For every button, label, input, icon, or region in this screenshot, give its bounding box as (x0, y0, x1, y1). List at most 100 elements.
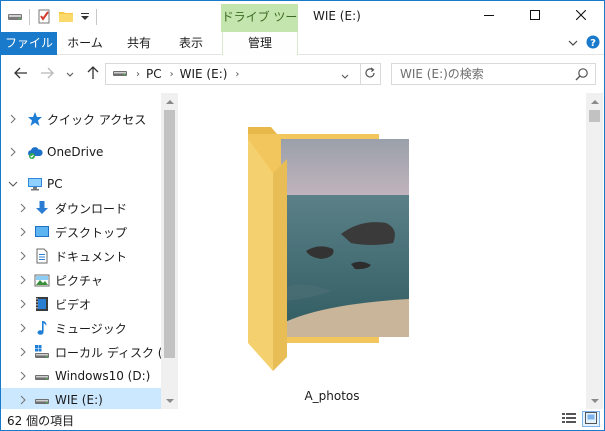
ribbon-right-controls: ? (568, 35, 600, 52)
tab-home[interactable]: ホーム (59, 32, 111, 55)
chevron-right-icon[interactable] (18, 203, 28, 213)
customize-toolbar-icon[interactable] (80, 8, 90, 27)
nav-label: デスクトップ (55, 225, 128, 240)
toolbar-separator (96, 9, 97, 25)
tab-share[interactable]: 共有 (115, 32, 163, 55)
chevron-right-icon[interactable] (18, 323, 28, 333)
back-button[interactable] (13, 66, 29, 82)
address-bar[interactable]: › PC › WIE (E:) › (105, 63, 361, 85)
nav-item-wie-e[interactable]: WIE (E:) (1, 388, 161, 409)
expand-ribbon-icon[interactable] (568, 37, 578, 51)
nav-item-desktop[interactable]: デスクトップ (1, 220, 161, 244)
breadcrumb-chevron[interactable]: › (170, 69, 174, 80)
chevron-right-icon[interactable] (18, 251, 28, 261)
up-button[interactable] (85, 65, 101, 83)
search-icon[interactable] (575, 67, 589, 84)
breadcrumb-wie[interactable]: WIE (E:) (180, 67, 228, 81)
window-title: WIE (E:) (313, 9, 361, 23)
tab-manage[interactable]: 管理 (222, 32, 298, 55)
nav-item-downloads[interactable]: ダウンロード (1, 196, 161, 220)
details-view-icon (562, 412, 576, 427)
nav-item-videos[interactable]: ビデオ (1, 292, 161, 316)
nav-label: クイック アクセス (47, 112, 147, 127)
explorer-window: ドライブ ツール WIE (E:) ファイル ホーム 共有 表示 管理 ? (0, 0, 605, 431)
up-arrow-icon (87, 65, 99, 83)
address-row: › PC › WIE (E:) › (1, 55, 604, 93)
large-icons-view-button[interactable] (582, 411, 600, 427)
tab-view[interactable]: 表示 (167, 32, 215, 55)
view-toggle (560, 411, 600, 427)
chevron-right-icon[interactable] (18, 299, 28, 309)
nav-item-pc[interactable]: PC (1, 172, 161, 196)
svg-text:?: ? (590, 38, 596, 49)
chevron-right-icon[interactable] (18, 395, 28, 405)
tab-file[interactable]: ファイル (1, 32, 57, 55)
nav-item-local-disk-c[interactable]: ローカル ディスク (C:) (1, 340, 177, 364)
forward-button[interactable] (39, 66, 55, 82)
breadcrumb-pc[interactable]: PC (146, 67, 162, 81)
scrollbar-thumb[interactable] (164, 110, 175, 358)
chevron-down-icon (341, 69, 349, 83)
breadcrumb-chevron[interactable]: › (136, 69, 140, 80)
recent-locations-button[interactable] (65, 66, 75, 82)
search-input[interactable] (392, 64, 562, 84)
drive-icon (112, 67, 128, 82)
refresh-icon (364, 67, 376, 82)
chevron-right-icon[interactable] (18, 275, 28, 285)
nav-label: ドキュメント (55, 249, 128, 264)
nav-item-onedrive[interactable]: OneDrive (1, 140, 161, 164)
address-history-button[interactable] (341, 69, 349, 83)
star-icon (27, 111, 43, 127)
scrollbar-thumb[interactable] (589, 110, 600, 122)
maximize-button[interactable] (512, 1, 558, 31)
details-view-button[interactable] (560, 411, 578, 427)
help-icon[interactable]: ? (586, 35, 600, 52)
scroll-up-icon[interactable] (161, 93, 178, 110)
search-box (391, 63, 596, 85)
scroll-down-icon[interactable] (586, 392, 603, 409)
chevron-down-icon[interactable] (8, 179, 18, 189)
chevron-right-icon[interactable] (18, 227, 28, 237)
item-count: 62 個の項目 (7, 414, 75, 428)
close-icon (575, 9, 587, 23)
nav-item-windows10-d[interactable]: Windows10 (D:) (1, 364, 161, 388)
refresh-button[interactable] (359, 63, 381, 85)
caption-buttons (466, 1, 604, 31)
music-note-icon (34, 320, 50, 336)
properties-icon[interactable] (36, 8, 52, 27)
forward-arrow-icon (40, 67, 54, 82)
nav-pane-scrollbar[interactable] (161, 93, 178, 409)
navigation-pane: クイック アクセス OneDrive PC ダウンロード デスクトップ ドキュメ… (1, 93, 177, 409)
folder-name: A_photos (304, 389, 360, 403)
nav-item-documents[interactable]: ドキュメント (1, 244, 161, 268)
content-scrollbar[interactable] (586, 93, 603, 409)
close-button[interactable] (558, 1, 604, 31)
drive-icon[interactable] (7, 8, 23, 27)
nav-item-music[interactable]: ミュージック (1, 316, 161, 340)
nav-item-pictures[interactable]: ピクチャ (1, 268, 161, 292)
large-icons-view-icon (585, 411, 597, 427)
scroll-up-icon[interactable] (586, 93, 603, 110)
folder-with-photo-icon (248, 127, 409, 371)
download-arrow-icon (34, 200, 50, 216)
scroll-down-icon[interactable] (161, 392, 178, 409)
chevron-right-icon[interactable] (8, 147, 18, 157)
nav-label: ローカル ディスク (C:) (55, 345, 177, 360)
title-bar: ドライブ ツール WIE (E:) (1, 1, 604, 50)
breadcrumb-chevron[interactable]: › (235, 69, 239, 80)
chevron-right-icon[interactable] (8, 114, 18, 124)
new-folder-icon[interactable] (58, 8, 74, 27)
nav-label: ビデオ (55, 297, 92, 312)
chevron-down-icon (66, 67, 74, 81)
nav-item-quick-access[interactable]: クイック アクセス (1, 107, 161, 131)
minimize-button[interactable] (466, 1, 512, 31)
status-bar: 62 個の項目 (1, 409, 604, 430)
nav-label: ミュージック (55, 321, 127, 336)
windows-drive-icon (34, 344, 50, 360)
folder-item[interactable]: A_photos (243, 125, 421, 403)
ribbon-tabs: ファイル ホーム 共有 表示 管理 ? (1, 32, 604, 55)
context-tab-drive-tools: ドライブ ツール (221, 4, 298, 50)
chevron-right-icon[interactable] (18, 371, 28, 381)
drive-icon (34, 368, 50, 384)
chevron-right-icon[interactable] (18, 347, 28, 357)
